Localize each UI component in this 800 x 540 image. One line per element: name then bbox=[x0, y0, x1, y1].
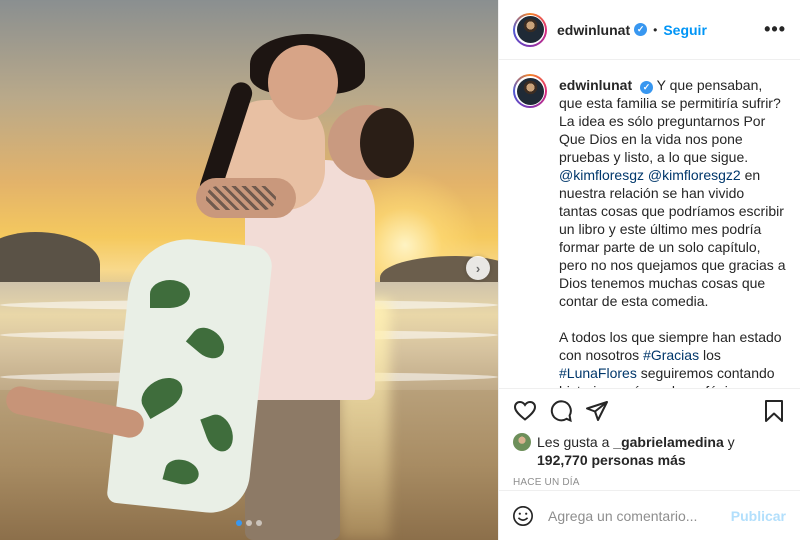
heart-icon[interactable] bbox=[513, 399, 537, 423]
photo-man-hair bbox=[360, 108, 414, 178]
photo-leaf bbox=[150, 280, 190, 308]
share-icon[interactable] bbox=[585, 399, 609, 423]
caption-paragraph: A todos los que siempre han estado con n… bbox=[559, 328, 786, 388]
publish-button[interactable]: Publicar bbox=[731, 508, 786, 524]
likes-conjunction: y bbox=[723, 434, 735, 450]
likes-prefix: Les gusta a bbox=[537, 434, 614, 450]
photo-woman-head bbox=[268, 45, 338, 120]
likes-count-link[interactable]: 192,770 personas más bbox=[537, 452, 686, 468]
carousel-dot bbox=[246, 520, 252, 526]
post-photo[interactable]: › bbox=[0, 0, 498, 540]
carousel-next-button[interactable]: › bbox=[466, 256, 490, 280]
carousel-indicator bbox=[236, 520, 262, 526]
verified-badge-icon: ✓ bbox=[634, 23, 648, 36]
carousel-dot bbox=[256, 520, 262, 526]
carousel-dot bbox=[236, 520, 242, 526]
bookmark-icon[interactable] bbox=[762, 399, 786, 423]
ellipsis-icon[interactable]: ••• bbox=[764, 19, 786, 40]
likes-summary: Les gusta a _gabrielamedina y 192,770 pe… bbox=[513, 433, 786, 469]
username-link[interactable]: edwinlunat bbox=[557, 22, 630, 38]
hashtag-link[interactable]: #LunaFlores bbox=[559, 365, 637, 381]
photo-man-legs bbox=[245, 385, 340, 540]
separator: • bbox=[653, 22, 658, 37]
comment-icon[interactable] bbox=[549, 399, 573, 423]
avatar[interactable] bbox=[513, 12, 547, 47]
photo-tattooed-arm bbox=[196, 178, 296, 218]
post-caption: edwinlunat ✓ Y que pensaban, que esta fa… bbox=[559, 76, 786, 388]
liker-avatar[interactable] bbox=[513, 433, 531, 451]
caption-text: los bbox=[699, 347, 721, 363]
mention-link[interactable]: @kimfloresgz bbox=[559, 167, 644, 183]
comments-area[interactable]: edwinlunat ✓ Y que pensaban, que esta fa… bbox=[499, 60, 800, 388]
comment-composer: Publicar bbox=[498, 490, 800, 540]
follow-button[interactable]: Seguir bbox=[663, 22, 707, 38]
hashtag-link[interactable]: #Gracias bbox=[643, 347, 699, 363]
liker-username-link[interactable]: _gabrielamedina bbox=[613, 434, 724, 450]
caption-paragraph: edwinlunat ✓ Y que pensaban, que esta fa… bbox=[559, 76, 786, 310]
smiley-icon[interactable] bbox=[512, 505, 534, 527]
avatar-ring bbox=[515, 14, 545, 45]
avatar-image bbox=[516, 77, 544, 105]
caption-username-link[interactable]: edwinlunat bbox=[559, 77, 632, 93]
post-timestamp[interactable]: HACE UN DÍA bbox=[513, 477, 786, 488]
avatar[interactable] bbox=[513, 74, 547, 108]
action-icons bbox=[513, 399, 786, 423]
comment-input[interactable] bbox=[548, 507, 718, 524]
post-side-panel: edwinlunat ✓ • Seguir ••• edwinlunat ✓ Y… bbox=[498, 0, 800, 540]
avatar-image bbox=[516, 16, 544, 43]
verified-badge-icon: ✓ bbox=[640, 80, 654, 94]
likes-text: Les gusta a _gabrielamedina y 192,770 pe… bbox=[537, 433, 735, 469]
post-header: edwinlunat ✓ • Seguir ••• bbox=[499, 0, 800, 60]
caption-text: en nuestra relación se han vivido tantas… bbox=[559, 167, 786, 309]
avatar-ring bbox=[515, 76, 545, 106]
mention-link[interactable]: @kimfloresgz2 bbox=[648, 167, 741, 183]
chevron-right-icon: › bbox=[475, 260, 481, 276]
